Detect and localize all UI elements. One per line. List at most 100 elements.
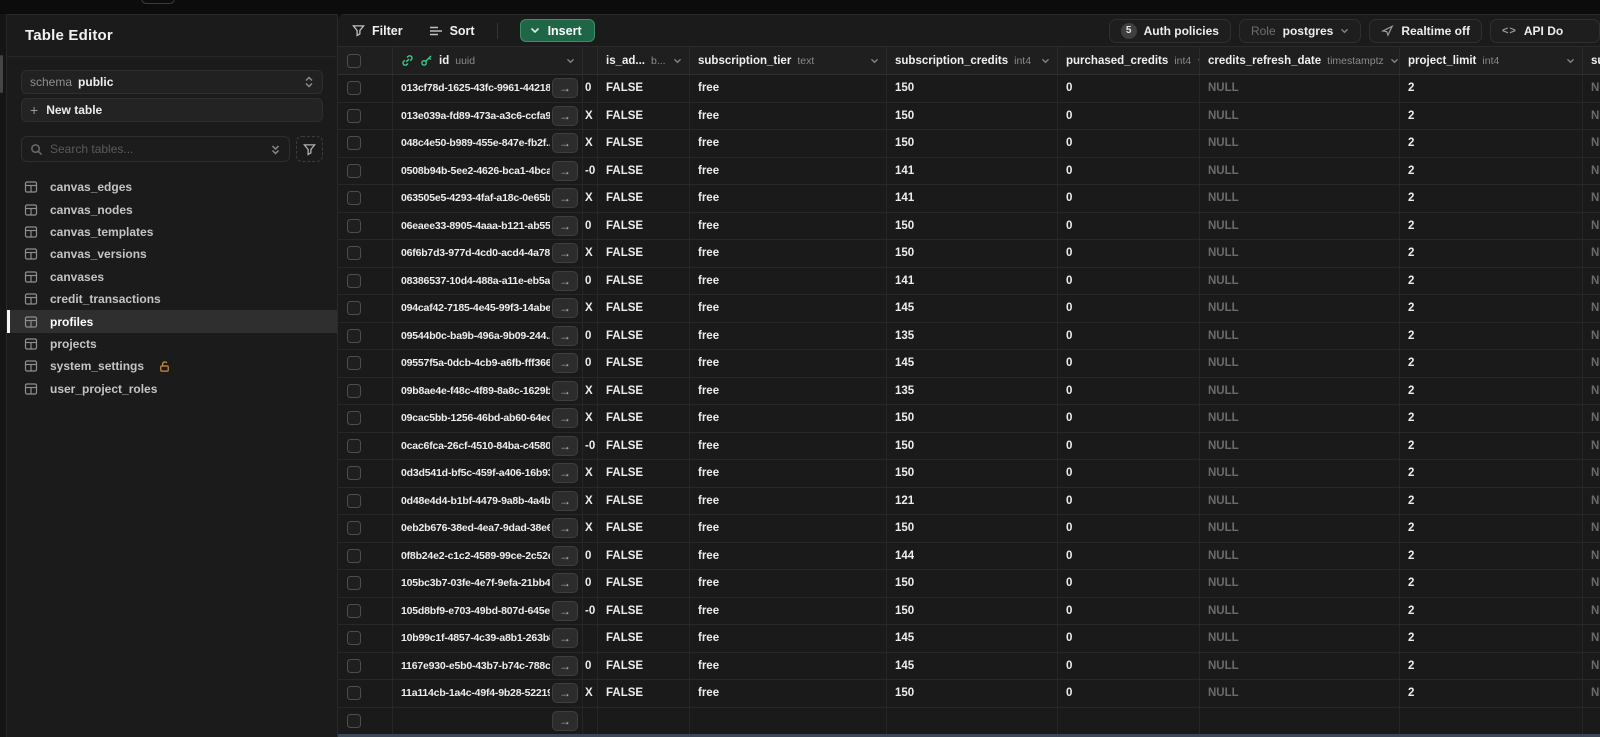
expand-row-button[interactable]: → — [552, 188, 578, 209]
expand-row-button[interactable]: → — [552, 215, 578, 236]
expand-row-button[interactable]: → — [552, 298, 578, 319]
chevron-down-icon[interactable] — [1041, 58, 1050, 64]
row-checkbox[interactable] — [347, 356, 361, 371]
row-checkbox[interactable] — [347, 246, 361, 261]
row-checkbox[interactable] — [347, 411, 361, 426]
column-header-project-limit[interactable]: project_limit int4 — [1400, 47, 1583, 74]
sidebar-item-user_project_roles[interactable]: user_project_roles — [7, 378, 337, 400]
sidebar-item-canvases[interactable]: canvases — [7, 266, 337, 288]
expand-row-button[interactable]: → — [552, 105, 578, 126]
cell-credits-refresh-date: NULL — [1208, 439, 1239, 452]
chevron-down-icon[interactable] — [1390, 58, 1399, 64]
expand-row-button[interactable]: → — [552, 490, 578, 511]
chevron-down-icon[interactable] — [566, 58, 575, 64]
table-filter-button[interactable] — [296, 136, 323, 162]
cell-is-admin: FALSE — [606, 164, 644, 177]
row-checkbox[interactable] — [347, 191, 361, 206]
expand-row-button[interactable]: → — [552, 435, 578, 456]
expand-row-button[interactable]: → — [552, 710, 578, 731]
row-checkbox[interactable] — [347, 603, 361, 618]
column-header-purchased-credits[interactable]: purchased_credits int4 — [1058, 47, 1200, 74]
row-checkbox[interactable] — [347, 686, 361, 701]
expand-row-button[interactable]: → — [552, 325, 578, 346]
sidebar-item-projects[interactable]: projects — [7, 333, 337, 355]
row-checkbox[interactable] — [347, 328, 361, 343]
cell-subscription-tier: free — [698, 384, 720, 397]
rail-scrollbar-thumb[interactable] — [0, 55, 3, 93]
search-tables-input[interactable]: Search tables... — [21, 136, 290, 162]
column-header-subscription-tier[interactable]: subscription_tier text — [690, 47, 887, 74]
sidebar-item-canvas_templates[interactable]: canvas_templates — [7, 221, 337, 243]
row-checkbox[interactable] — [347, 273, 361, 288]
row-checkbox[interactable] — [347, 163, 361, 178]
api-docs-button[interactable]: <> API Do — [1490, 18, 1600, 43]
expand-row-button[interactable]: → — [552, 270, 578, 291]
chevron-down-icon[interactable] — [1566, 58, 1575, 64]
expand-row-button[interactable]: → — [552, 655, 578, 676]
filter-button[interactable]: Filter — [352, 24, 403, 38]
sidebar-item-canvas_nodes[interactable]: canvas_nodes — [7, 198, 337, 220]
cell-is-admin: FALSE — [606, 687, 644, 700]
expand-row-button[interactable]: → — [552, 380, 578, 401]
auth-policies-button[interactable]: 5 Auth policies — [1108, 18, 1231, 43]
sidebar-item-system_settings[interactable]: system_settings — [7, 355, 337, 377]
realtime-toggle-button[interactable]: Realtime off — [1369, 18, 1482, 43]
chevrons-down-icon[interactable] — [270, 143, 281, 156]
role-select-button[interactable]: Role postgres — [1238, 18, 1362, 43]
sort-button[interactable]: Sort — [429, 24, 475, 38]
expand-row-button[interactable]: → — [552, 573, 578, 594]
row-checkbox[interactable] — [347, 658, 361, 673]
row-checkbox[interactable] — [347, 466, 361, 481]
expand-row-button[interactable]: → — [552, 600, 578, 621]
sidebar-item-canvas_versions[interactable]: canvas_versions — [7, 243, 337, 265]
table-icon — [24, 271, 38, 283]
row-checkbox[interactable] — [347, 438, 361, 453]
row-checkbox[interactable] — [347, 493, 361, 508]
cell-subscription-tier: free — [698, 439, 720, 452]
app-root: Table Editor schema public + New table S… — [0, 0, 1600, 737]
row-checkbox[interactable] — [347, 218, 361, 233]
expand-row-button[interactable]: → — [552, 545, 578, 566]
row-checkbox[interactable] — [347, 631, 361, 646]
expand-row-button[interactable]: → — [552, 353, 578, 374]
sidebar-item-profiles[interactable]: profiles — [7, 310, 337, 333]
row-checkbox[interactable] — [347, 548, 361, 563]
row-checkbox[interactable] — [347, 521, 361, 536]
row-checkbox[interactable] — [347, 136, 361, 151]
select-all-checkbox[interactable] — [347, 53, 361, 68]
cell-id: 06f6b7d3-977d-4cd0-acd4-4a78... — [401, 247, 550, 260]
expand-row-button[interactable]: → — [552, 683, 578, 704]
chevron-down-icon[interactable] — [870, 58, 879, 64]
expand-row-button[interactable]: → — [552, 133, 578, 154]
column-header-is-admin[interactable]: is_ad... b... — [598, 47, 690, 74]
column-header-subscription-credits[interactable]: subscription_credits int4 — [887, 47, 1058, 74]
expand-row-button[interactable]: → — [552, 243, 578, 264]
expand-row-button[interactable]: → — [552, 463, 578, 484]
expand-row-button[interactable]: → — [552, 628, 578, 649]
table-icon — [24, 383, 38, 395]
schema-select[interactable]: schema public — [21, 70, 323, 94]
cell-subscription-credits: 150 — [895, 109, 915, 122]
row-checkbox[interactable] — [347, 108, 361, 123]
cell-credits-refresh-date: NULL — [1208, 549, 1239, 562]
sidebar-item-credit_transactions[interactable]: credit_transactions — [7, 288, 337, 310]
row-checkbox[interactable] — [347, 713, 361, 728]
column-header-credits-refresh-date[interactable]: credits_refresh_date timestamptz — [1200, 47, 1400, 74]
cell-subscription-credits: 150 — [895, 412, 915, 425]
row-checkbox[interactable] — [347, 383, 361, 398]
expand-row-button[interactable]: → — [552, 160, 578, 181]
expand-row-button[interactable]: → — [552, 78, 578, 99]
row-checkbox[interactable] — [347, 81, 361, 96]
cell-id: 048c4e50-b989-455e-847e-fb2f... — [401, 137, 550, 150]
column-header-overflow[interactable]: su — [1583, 47, 1600, 74]
insert-button[interactable]: Insert — [519, 19, 595, 42]
table-row: 09b8ae4e-f48c-4f89-8a8c-1629b... → X FAL… — [338, 377, 1600, 405]
sidebar-item-canvas_edges[interactable]: canvas_edges — [7, 176, 337, 198]
row-checkbox[interactable] — [347, 301, 361, 316]
expand-row-button[interactable]: → — [552, 408, 578, 429]
chevron-down-icon[interactable] — [673, 58, 682, 64]
expand-row-button[interactable]: → — [552, 518, 578, 539]
new-table-button[interactable]: + New table — [21, 98, 323, 122]
row-checkbox[interactable] — [347, 576, 361, 591]
column-header-id[interactable]: id uuid — [393, 47, 583, 74]
